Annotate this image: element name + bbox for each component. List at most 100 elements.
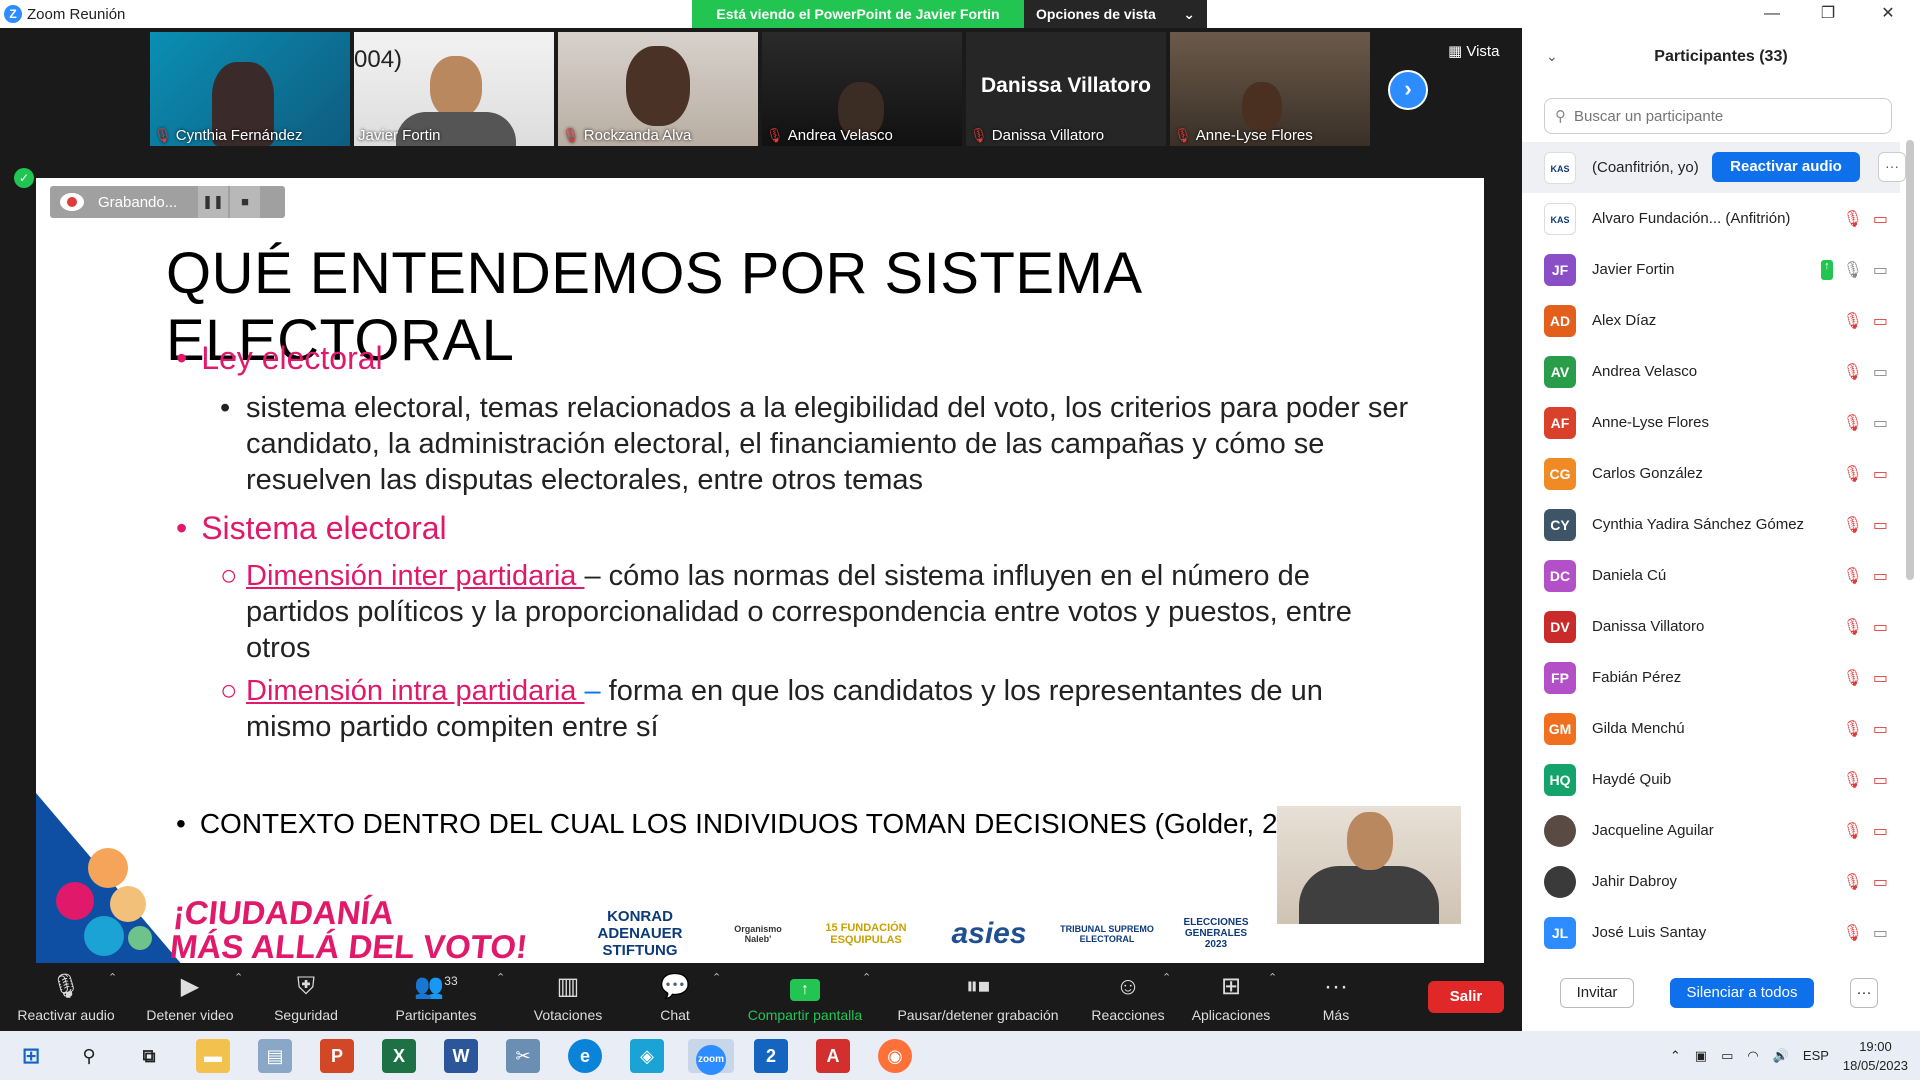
campaign-line: MÁS ALLÁ DEL VOTO! xyxy=(168,928,530,965)
stop-video-button[interactable]: ▶ Detener video ⌃ xyxy=(138,963,243,1031)
language-indicator[interactable]: ESP xyxy=(1803,1048,1829,1063)
caret-up-icon[interactable]: ⌃ xyxy=(862,971,871,984)
chevron-up-icon[interactable]: ⌃ xyxy=(1670,1048,1681,1064)
task-view-icon[interactable]: ⧉ xyxy=(132,1039,166,1073)
participant-row[interactable]: DV Danissa Villatoro 🎙 ▭ xyxy=(1522,601,1900,652)
reactions-button[interactable]: ☺ Reacciones ⌃ xyxy=(1086,963,1171,1031)
view-options-dropdown[interactable]: Opciones de vista ⌄ xyxy=(1024,0,1207,28)
app-globe-icon[interactable]: ◈ xyxy=(630,1039,664,1073)
search-icon[interactable]: ⚲ xyxy=(72,1039,106,1073)
participants-panel: ⌄ Participantes (33) ⚲ KAS(Coanfitrión, … xyxy=(1522,28,1920,1031)
windows-start-icon[interactable]: ⊞ xyxy=(14,1039,48,1073)
caret-up-icon[interactable]: ⌃ xyxy=(496,971,505,984)
participant-status-icons: 🎙 ▭ xyxy=(1843,923,1888,943)
video-thumbnail[interactable]: 🎙 Cynthia Fernández xyxy=(150,32,350,146)
minimize-button[interactable]: — xyxy=(1744,0,1800,28)
participant-row[interactable]: GM Gilda Menchú 🎙 ▭ xyxy=(1522,703,1900,754)
participant-row[interactable]: CG Carlos González 🎙 ▭ xyxy=(1522,448,1900,499)
participant-status-icons: 🎙 ▭ xyxy=(1843,770,1888,790)
toolbar-label: Seguridad xyxy=(274,1007,338,1023)
caret-up-icon[interactable]: ⌃ xyxy=(108,971,117,984)
unmute-button[interactable]: 🎙 Reactivar audio ⌃ xyxy=(12,963,120,1031)
polls-button[interactable]: ▥ Votaciones xyxy=(528,963,608,1031)
leave-button[interactable]: Salir xyxy=(1428,981,1504,1013)
video-thumbnail[interactable]: 004) Javier Fortin xyxy=(354,32,554,146)
participant-more-button[interactable]: ··· xyxy=(1878,152,1906,182)
participant-row[interactable]: FP Fabián Pérez 🎙 ▭ xyxy=(1522,652,1900,703)
battery-icon[interactable]: ▭ xyxy=(1721,1048,1733,1064)
zoom-taskbar-icon[interactable]: zoom xyxy=(688,1039,734,1075)
acrobat-icon[interactable]: A xyxy=(816,1039,850,1073)
camera-icon: ▭ xyxy=(1872,415,1888,432)
slide-link[interactable]: Dimensión intra partidaria xyxy=(246,675,584,707)
participant-row[interactable]: AV Andrea Velasco 🎙 ▭ xyxy=(1522,346,1900,397)
video-thumbnail[interactable]: 🎙 Anne-Lyse Flores xyxy=(1170,32,1370,146)
participant-row[interactable]: HQ Haydé Quib 🎙 ▭ xyxy=(1522,754,1900,805)
video-thumbnail[interactable]: 🎙 Rockzanda Alva xyxy=(558,32,758,146)
mic-muted-icon: 🎙 xyxy=(562,127,580,143)
app-tray-icon[interactable]: ▣ xyxy=(1695,1048,1707,1064)
invite-button[interactable]: Invitar xyxy=(1560,978,1634,1008)
caret-up-icon[interactable]: ⌃ xyxy=(1268,971,1277,984)
caret-up-icon[interactable]: ⌃ xyxy=(234,971,243,984)
pause-stop-icon: ⏸⏹ xyxy=(966,973,990,1000)
chat-button[interactable]: 💬 Chat ⌃ xyxy=(640,963,721,1031)
camera-off-icon: ▭ xyxy=(1872,874,1888,891)
notepad-icon[interactable]: ▤ xyxy=(258,1039,292,1073)
video-thumbnail[interactable]: Danissa Villatoro 🎙 Danissa Villatoro xyxy=(966,32,1166,146)
wifi-icon[interactable]: ◠ xyxy=(1747,1048,1758,1064)
stop-recording-button[interactable]: ■ xyxy=(230,186,260,218)
view-toggle[interactable]: ▦ Vista xyxy=(1448,42,1499,60)
caret-up-icon[interactable]: ⌃ xyxy=(712,971,721,984)
participant-row[interactable]: Jacqueline Aguilar 🎙 ▭ xyxy=(1522,805,1900,856)
participants-button[interactable]: 👥33 Participantes ⌃ xyxy=(386,963,506,1031)
logo-tse: TRIBUNAL SUPREMO ELECTORAL xyxy=(1060,923,1154,944)
panel-scrollbar[interactable] xyxy=(1906,140,1914,580)
more-options-button[interactable]: ··· xyxy=(1850,978,1878,1008)
excel-icon[interactable]: X xyxy=(382,1039,416,1073)
participant-row[interactable]: AF Anne-Lyse Flores 🎙 ▭ xyxy=(1522,397,1900,448)
edge-icon[interactable]: e xyxy=(568,1039,602,1073)
mute-all-button[interactable]: Silenciar a todos xyxy=(1670,978,1814,1008)
firefox-icon[interactable]: ◉ xyxy=(878,1039,912,1073)
apps-button[interactable]: ⊞ Aplicaciones ⌃ xyxy=(1186,963,1278,1031)
recording-control-button[interactable]: ⏸⏹ Pausar/detener grabación xyxy=(888,963,1068,1031)
powerpoint-icon[interactable]: P xyxy=(320,1039,354,1073)
participant-row[interactable]: CY Cynthia Yadira Sánchez Gómez 🎙 ▭ xyxy=(1522,499,1900,550)
pause-recording-button[interactable]: ❚❚ xyxy=(198,186,228,218)
toolbar-label: Participantes xyxy=(395,1007,477,1023)
word-icon[interactable]: W xyxy=(444,1039,478,1073)
encryption-shield-icon[interactable]: ✓ xyxy=(14,168,34,188)
app-2-icon[interactable]: 2 xyxy=(754,1039,788,1073)
thumbnail-name: Anne-Lyse Flores xyxy=(1195,127,1313,144)
snipping-tool-icon[interactable]: ✂ xyxy=(506,1039,540,1073)
participant-row[interactable]: JF Javier Fortin ↑ 🎙 ▭ xyxy=(1522,244,1900,295)
meeting-toolbar: 🎙 Reactivar audio ⌃ ▶ Detener video ⌃ ⛨ Segur… xyxy=(0,963,1520,1031)
participants-count: 33 xyxy=(444,974,458,988)
camera-off-icon: ▭ xyxy=(1872,211,1888,228)
participant-row[interactable]: Jahir Dabroy 🎙 ▭ xyxy=(1522,856,1900,907)
circle-bullet-icon: ○ xyxy=(220,675,238,707)
unmute-self-button[interactable]: Reactivar audio xyxy=(1712,152,1860,182)
slide-link[interactable]: Dimensión inter partidaria xyxy=(246,560,584,592)
file-explorer-icon[interactable]: ▬ xyxy=(196,1039,230,1073)
close-button[interactable]: ✕ xyxy=(1860,0,1916,28)
participant-row[interactable]: JL José Luis Santay 🎙 ▭ xyxy=(1522,907,1900,958)
participant-row[interactable]: KAS Alvaro Fundación... (Anfitrión) 🎙 ▭ xyxy=(1522,193,1900,244)
speaker-icon[interactable]: 🔊 xyxy=(1773,1048,1789,1064)
caret-up-icon[interactable]: ⌃ xyxy=(1162,971,1171,984)
participant-row[interactable]: KAS (Coanfitrión, yo) Reactivar audio ··· xyxy=(1522,142,1906,193)
participant-row[interactable]: DC Daniela Cú 🎙 ▭ xyxy=(1522,550,1900,601)
share-screen-button[interactable]: ↑ Compartir pantalla ⌃ xyxy=(738,963,872,1031)
clock[interactable]: 19:00 18/05/2023 xyxy=(1843,1037,1908,1075)
smiley-icon: ☺ xyxy=(1115,973,1141,1000)
people-illustration xyxy=(48,846,168,966)
maximize-button[interactable]: ❐ xyxy=(1800,0,1856,28)
video-thumbnail[interactable]: 🎙 Andrea Velasco xyxy=(762,32,962,146)
more-button[interactable]: ··· Más xyxy=(1312,963,1360,1031)
next-page-arrow-icon[interactable]: › xyxy=(1388,70,1428,110)
participant-row[interactable]: AD Alex Díaz 🎙 ▭ xyxy=(1522,295,1900,346)
security-button[interactable]: ⛨ Seguridad xyxy=(266,963,346,1031)
search-input[interactable] xyxy=(1574,107,1874,125)
participant-search[interactable]: ⚲ xyxy=(1544,98,1892,134)
